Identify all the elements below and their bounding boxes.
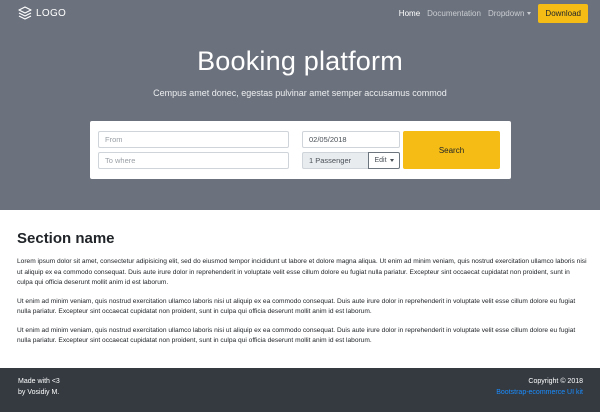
edit-passengers-button[interactable]: Edit bbox=[368, 152, 400, 169]
content-section: Section name Lorem ipsum dolor sit amet,… bbox=[17, 230, 587, 355]
nav-links: Home Documentation Dropdown Download bbox=[399, 4, 588, 23]
section-title: Section name bbox=[17, 230, 115, 247]
dropdown-caret-icon bbox=[527, 12, 532, 16]
search-button[interactable]: Search bbox=[403, 131, 500, 169]
copyright-text: Copyright © 2018 bbox=[528, 378, 583, 385]
hero-subtitle: Cempus amet donec, egestas pulvinar amet… bbox=[153, 88, 447, 98]
navbar: LOGO Home Documentation Dropdown Downloa… bbox=[0, 0, 600, 28]
download-button[interactable]: Download bbox=[538, 4, 588, 23]
logo-text: LOGO bbox=[36, 7, 67, 19]
edit-label: Edit bbox=[374, 157, 387, 164]
nav-dropdown-label: Dropdown bbox=[487, 9, 525, 18]
to-input[interactable] bbox=[98, 152, 289, 169]
paragraph: Lorem ipsum dolor sit amet, consectetur … bbox=[17, 258, 587, 286]
from-input[interactable] bbox=[98, 131, 289, 148]
logo[interactable]: LOGO bbox=[18, 6, 66, 20]
nav-dropdown-toggle[interactable]: Dropdown bbox=[487, 9, 532, 18]
nav-link-home[interactable]: Home bbox=[399, 9, 420, 18]
search-form: Edit Search bbox=[90, 121, 511, 179]
footer: Made with <3 by Vosidiy M. Copyright © 2… bbox=[0, 368, 600, 412]
author-text: by Vosidiy M. bbox=[18, 388, 60, 396]
nav-link-documentation[interactable]: Documentation bbox=[427, 9, 481, 18]
hero-title: Booking platform bbox=[197, 46, 403, 76]
paragraph: Ut enim ad minim veniam, quis nostrud ex… bbox=[17, 297, 576, 316]
passengers-input[interactable] bbox=[302, 152, 368, 169]
made-with-text: Made with <3 bbox=[18, 378, 60, 385]
footer-link[interactable]: Bootstrap-ecommerce UI kit bbox=[496, 389, 583, 396]
paragraph: Ut enim ad minim veniam, quis nostrud ex… bbox=[17, 326, 576, 345]
footer-copyright: Copyright © 2018 Bootstrap-ecommerce UI … bbox=[496, 377, 583, 398]
date-input[interactable] bbox=[302, 131, 400, 148]
edit-caret-icon bbox=[389, 159, 394, 162]
footer-credits: Made with <3 by Vosidiy M. bbox=[18, 377, 60, 398]
hero-banner: LOGO Home Documentation Dropdown Downloa… bbox=[0, 0, 600, 210]
logo-icon bbox=[18, 6, 32, 20]
